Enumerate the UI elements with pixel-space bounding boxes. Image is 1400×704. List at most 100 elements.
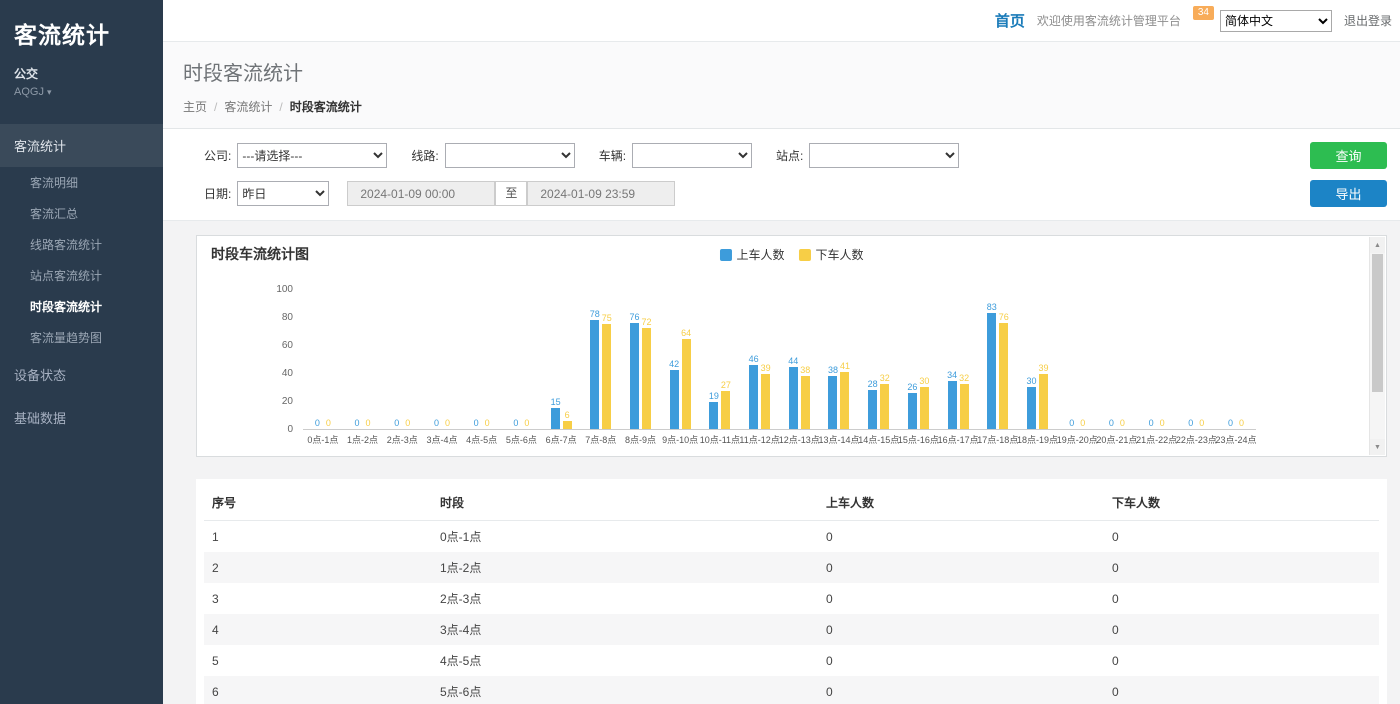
notification-badge[interactable]: 34 [1193, 6, 1214, 20]
bar-wrap: 0 [364, 290, 373, 429]
bar [590, 320, 599, 429]
language-select[interactable]: 简体中文 [1220, 10, 1332, 32]
bar-group: 3841 [819, 290, 859, 429]
bar [880, 384, 889, 429]
table-row: 54点-5点00 [204, 645, 1379, 676]
column-header: 上车人数 [818, 485, 1104, 521]
bar-wrap: 83 [987, 290, 997, 429]
bar-wrap: 78 [590, 290, 600, 429]
bar-wrap: 72 [641, 290, 651, 429]
legend-item[interactable]: 上车人数 [719, 246, 784, 263]
sidebar-item[interactable]: 设备状态 [0, 353, 163, 396]
bar-group: 1927 [700, 290, 740, 429]
filter-row-1: 公司: ---请选择--- 线路: 车辆: 站点: 查询 [204, 142, 1387, 169]
table-cell: 0 [818, 552, 1104, 583]
sidebar-item[interactable]: 基础数据 [0, 396, 163, 439]
date-from-input[interactable] [347, 181, 495, 206]
bar-wrap: 0 [313, 290, 322, 429]
bar-wrap: 44 [788, 290, 798, 429]
legend-label: 上车人数 [736, 246, 784, 263]
passenger-table-panel: 序号时段上车人数下车人数 10点-1点0021点-2点0032点-3点0043点… [196, 479, 1387, 704]
table-cell: 1 [204, 521, 432, 553]
logout-link[interactable]: 退出登录 [1344, 12, 1392, 29]
bar-wrap: 30 [1026, 290, 1036, 429]
bar-group: 00 [1097, 290, 1137, 429]
scroll-up-icon[interactable]: ▲ [1370, 237, 1385, 253]
table-cell: 4点-5点 [432, 645, 818, 676]
legend-label: 下车人数 [816, 246, 864, 263]
table-cell: 5点-6点 [432, 676, 818, 704]
top-header: 首页 欢迎使用客流统计管理平台 34 简体中文 退出登录 [163, 0, 1400, 42]
sidebar-item[interactable]: 线路客流统计 [0, 229, 163, 260]
bar [630, 323, 639, 429]
legend-item[interactable]: 下车人数 [799, 246, 864, 263]
line-select[interactable] [445, 143, 575, 168]
table-cell: 0 [1104, 676, 1379, 704]
x-tick-label: 6点-7点 [541, 433, 581, 446]
org-selector[interactable]: AQGJ▾ [14, 86, 149, 98]
bar-group: 00 [343, 290, 383, 429]
bar-value-label: 72 [641, 317, 651, 327]
welcome-text: 欢迎使用客流统计管理平台 [1037, 12, 1181, 29]
bar-value-label: 44 [788, 356, 798, 366]
bar-wrap: 32 [880, 290, 890, 429]
sidebar-item[interactable]: 站点客流统计 [0, 260, 163, 291]
filter-row-2: 日期: 昨日 至 导出 [204, 180, 1387, 207]
sidebar-item[interactable]: 客流量趋势图 [0, 322, 163, 353]
x-tick-label: 13点-14点 [819, 433, 859, 446]
bar-wrap: 0 [522, 290, 531, 429]
sidebar: 客流统计 公交 AQGJ▾ 客流统计客流明细客流汇总线路客流统计站点客流统计时段… [0, 0, 163, 704]
table-row: 65点-6点00 [204, 676, 1379, 704]
table-cell: 0 [1104, 552, 1379, 583]
breadcrumb-link[interactable]: 主页 [183, 98, 207, 115]
bar-value-label: 0 [1080, 418, 1085, 428]
table-cell: 0 [1104, 614, 1379, 645]
bar-group: 00 [1057, 290, 1097, 429]
bar-wrap: 76 [999, 290, 1009, 429]
bar-wrap: 0 [353, 290, 362, 429]
scrollbar-track[interactable] [1370, 253, 1385, 439]
date-to-input[interactable] [527, 181, 675, 206]
table-cell: 0 [1104, 645, 1379, 676]
sidebar-item[interactable]: 客流统计 [0, 124, 163, 167]
bar-wrap: 39 [1039, 290, 1049, 429]
chart-scrollbar[interactable]: ▲ ▼ [1369, 237, 1385, 455]
table-cell: 3 [204, 583, 432, 614]
bar [999, 323, 1008, 429]
bar-group: 00 [1137, 290, 1177, 429]
legend-swatch-icon [799, 249, 811, 261]
bar-wrap: 28 [868, 290, 878, 429]
bar-wrap: 0 [511, 290, 520, 429]
x-tick-label: 11点-12点 [740, 433, 780, 446]
table-cell: 0 [818, 676, 1104, 704]
bar-wrap: 0 [1197, 290, 1206, 429]
home-link[interactable]: 首页 [995, 10, 1025, 31]
bar-wrap: 38 [828, 290, 838, 429]
bar-wrap: 0 [1158, 290, 1167, 429]
scrollbar-thumb[interactable] [1372, 254, 1383, 392]
bar-wrap: 0 [324, 290, 333, 429]
company-select[interactable]: ---请选择--- [237, 143, 387, 168]
line-label: 线路: [411, 147, 438, 164]
bar-value-label: 0 [394, 418, 399, 428]
bar [987, 313, 996, 429]
bar-value-label: 64 [681, 328, 691, 338]
sidebar-item[interactable]: 客流汇总 [0, 198, 163, 229]
query-button[interactable]: 查询 [1310, 142, 1387, 169]
breadcrumb-link[interactable]: 客流统计 [224, 98, 272, 115]
sidebar-item[interactable]: 客流明细 [0, 167, 163, 198]
scroll-down-icon[interactable]: ▼ [1370, 439, 1385, 455]
export-button[interactable]: 导出 [1310, 180, 1387, 207]
vehicle-select[interactable] [632, 143, 752, 168]
x-tick-label: 17点-18点 [978, 433, 1018, 446]
x-tick-label: 0点-1点 [303, 433, 343, 446]
chart-panel: 时段车流统计图 上车人数下车人数 020406080100 0000000000… [196, 235, 1387, 457]
station-select[interactable] [809, 143, 959, 168]
content-area: 时段车流统计图 上车人数下车人数 020406080100 0000000000… [163, 221, 1400, 704]
station-label: 站点: [776, 147, 803, 164]
sidebar-item[interactable]: 时段客流统计 [0, 291, 163, 322]
table-cell: 0 [1104, 583, 1379, 614]
x-tick-label: 16点-17点 [938, 433, 978, 446]
date-preset-select[interactable]: 昨日 [237, 181, 329, 206]
bar-wrap: 0 [1067, 290, 1076, 429]
